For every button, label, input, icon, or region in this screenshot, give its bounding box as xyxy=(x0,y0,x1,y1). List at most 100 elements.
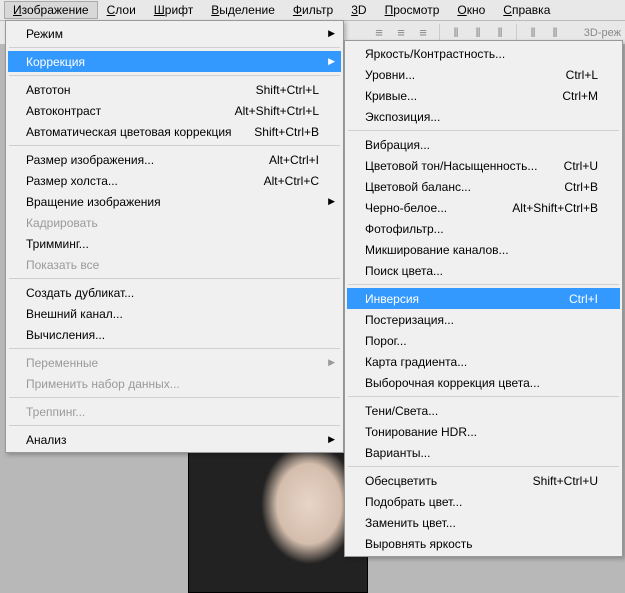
menu-item-label: Тримминг... xyxy=(26,237,319,251)
menu-item-label: Вычисления... xyxy=(26,328,319,342)
menu-item[interactable]: АвтоконтрастAlt+Shift+Ctrl+L xyxy=(8,100,341,121)
menu-item[interactable]: ОбесцветитьShift+Ctrl+U xyxy=(347,470,620,491)
align-icon[interactable]: ≡ xyxy=(414,24,432,42)
menu-item-label: Коррекция xyxy=(26,55,319,69)
menu-item[interactable]: Выборочная коррекция цвета... xyxy=(347,372,620,393)
menu-item[interactable]: Тонирование HDR... xyxy=(347,421,620,442)
menu-item[interactable]: Экспозиция... xyxy=(347,106,620,127)
menu-item: Переменные ▶ xyxy=(8,352,341,373)
menu-item-shortcut: Ctrl+M xyxy=(562,89,598,103)
align-icon[interactable]: ≡ xyxy=(370,24,388,42)
menu-item[interactable]: Размер изображения...Alt+Ctrl+I xyxy=(8,149,341,170)
menu-item-label: Инверсия xyxy=(365,292,549,306)
menu-item[interactable]: Карта градиента... xyxy=(347,351,620,372)
chevron-right-icon: ▶ xyxy=(328,28,335,39)
menu-item[interactable]: Коррекция ▶ xyxy=(8,51,341,72)
menu-item[interactable]: Подобрать цвет... xyxy=(347,491,620,512)
menu-item-label: Выборочная коррекция цвета... xyxy=(365,376,598,390)
menu-item-label: Цветовой баланс... xyxy=(365,180,544,194)
menu-item-label: Автоконтраст xyxy=(26,104,215,118)
menu-item[interactable]: Вибрация... xyxy=(347,134,620,155)
menubar-item[interactable]: Справка xyxy=(494,1,559,19)
menu-item[interactable]: ИнверсияCtrl+I xyxy=(347,288,620,309)
distribute-icon[interactable]: ‖ xyxy=(447,24,465,42)
menu-item[interactable]: Тени/Света... xyxy=(347,400,620,421)
menu-item-label: Фотофильтр... xyxy=(365,222,598,236)
menubar-item[interactable]: Просмотр xyxy=(376,1,449,19)
menu-item: Треппинг... xyxy=(8,401,341,422)
menu-item[interactable]: Цветовой тон/Насыщенность...Ctrl+U xyxy=(347,155,620,176)
menu-item[interactable]: Микширование каналов... xyxy=(347,239,620,260)
mode-label[interactable]: 3D-реж xyxy=(584,27,621,39)
menu-item[interactable]: Фотофильтр... xyxy=(347,218,620,239)
menu-item-shortcut: Shift+Ctrl+U xyxy=(533,474,598,488)
menu-item[interactable]: Автоматическая цветовая коррекцияShift+C… xyxy=(8,121,341,142)
menubar-item[interactable]: Слои xyxy=(98,1,145,19)
menu-item[interactable]: Вычисления... xyxy=(8,324,341,345)
menu-item[interactable]: Размер холста...Alt+Ctrl+C xyxy=(8,170,341,191)
distribute-icon[interactable]: ‖ xyxy=(469,24,487,42)
menu-item[interactable]: Черно-белое... Alt+Shift+Ctrl+B xyxy=(347,197,620,218)
menu-item[interactable]: Постеризация... xyxy=(347,309,620,330)
menubar-item[interactable]: Выделение xyxy=(202,1,284,19)
menu-separator xyxy=(348,466,619,467)
menu-item-label: Вращение изображения xyxy=(26,195,319,209)
menu-item[interactable]: АвтотонShift+Ctrl+L xyxy=(8,79,341,100)
distribute-icon[interactable]: ‖ xyxy=(524,24,542,42)
menu-item-label: Кадрировать xyxy=(26,216,319,230)
menu-separator xyxy=(9,278,340,279)
menu-item-label: Автотон xyxy=(26,83,236,97)
menu-item: Применить набор данных... xyxy=(8,373,341,394)
separator xyxy=(439,24,440,42)
menu-item[interactable]: Внешний канал... xyxy=(8,303,341,324)
menubar-item[interactable]: Изображение xyxy=(4,1,98,19)
menu-item-label: Кривые... xyxy=(365,89,542,103)
menu-item-label: Тонирование HDR... xyxy=(365,425,598,439)
menu-item[interactable]: Порог... xyxy=(347,330,620,351)
menu-item-label: Переменные xyxy=(26,356,319,370)
menu-item-shortcut: Alt+Ctrl+C xyxy=(264,174,319,188)
menu-item-label: Подобрать цвет... xyxy=(365,495,598,509)
menu-item[interactable]: Создать дубликат... xyxy=(8,282,341,303)
menu-item: Показать все xyxy=(8,254,341,275)
distribute-icon[interactable]: ‖ xyxy=(491,24,509,42)
menu-item-label: Черно-белое... xyxy=(365,201,492,215)
menu-item[interactable]: Уровни...Ctrl+L xyxy=(347,64,620,85)
menu-item-shortcut: Alt+Shift+Ctrl+B xyxy=(512,201,598,215)
menu-item[interactable]: Цветовой баланс... Ctrl+B xyxy=(347,176,620,197)
document-canvas[interactable] xyxy=(188,433,368,593)
menubar-item[interactable]: Шрифт xyxy=(145,1,202,19)
chevron-right-icon: ▶ xyxy=(328,56,335,67)
separator xyxy=(516,24,517,42)
menu-item[interactable]: Тримминг... xyxy=(8,233,341,254)
chevron-right-icon: ▶ xyxy=(328,357,335,368)
menubar-item[interactable]: Фильтр xyxy=(284,1,342,19)
menu-item[interactable]: Выровнять яркость xyxy=(347,533,620,554)
menu-item[interactable]: Вращение изображения▶ xyxy=(8,191,341,212)
menubar-item[interactable]: 3D xyxy=(342,1,375,19)
distribute-icon[interactable]: ‖ xyxy=(546,24,564,42)
menu-separator xyxy=(9,397,340,398)
menu-separator xyxy=(9,145,340,146)
menu-item[interactable]: Яркость/Контрастность... xyxy=(347,43,620,64)
menu-item-shortcut: Ctrl+U xyxy=(564,159,598,173)
align-icon[interactable]: ≡ xyxy=(392,24,410,42)
menubar-item[interactable]: Окно xyxy=(448,1,494,19)
menu-item[interactable]: Варианты... xyxy=(347,442,620,463)
menu-separator xyxy=(348,284,619,285)
menu-separator xyxy=(348,130,619,131)
menu-item[interactable]: Режим▶ xyxy=(8,23,341,44)
menu-item-label: Показать все xyxy=(26,258,319,272)
menu-item-label: Заменить цвет... xyxy=(365,516,598,530)
menu-separator xyxy=(9,47,340,48)
menu-item-shortcut: Ctrl+B xyxy=(564,180,598,194)
menu-item-label: Выровнять яркость xyxy=(365,537,598,551)
menu-item: Кадрировать xyxy=(8,212,341,233)
menu-item[interactable]: Кривые... Ctrl+M xyxy=(347,85,620,106)
menu-item[interactable]: Поиск цвета... xyxy=(347,260,620,281)
image-menu-dropdown: Режим▶Коррекция▶АвтотонShift+Ctrl+LАвток… xyxy=(5,20,344,453)
menu-item-label: Внешний канал... xyxy=(26,307,319,321)
menu-item-label: Применить набор данных... xyxy=(26,377,319,391)
menu-item[interactable]: Анализ▶ xyxy=(8,429,341,450)
menu-item-label: Вибрация... xyxy=(365,138,598,152)
